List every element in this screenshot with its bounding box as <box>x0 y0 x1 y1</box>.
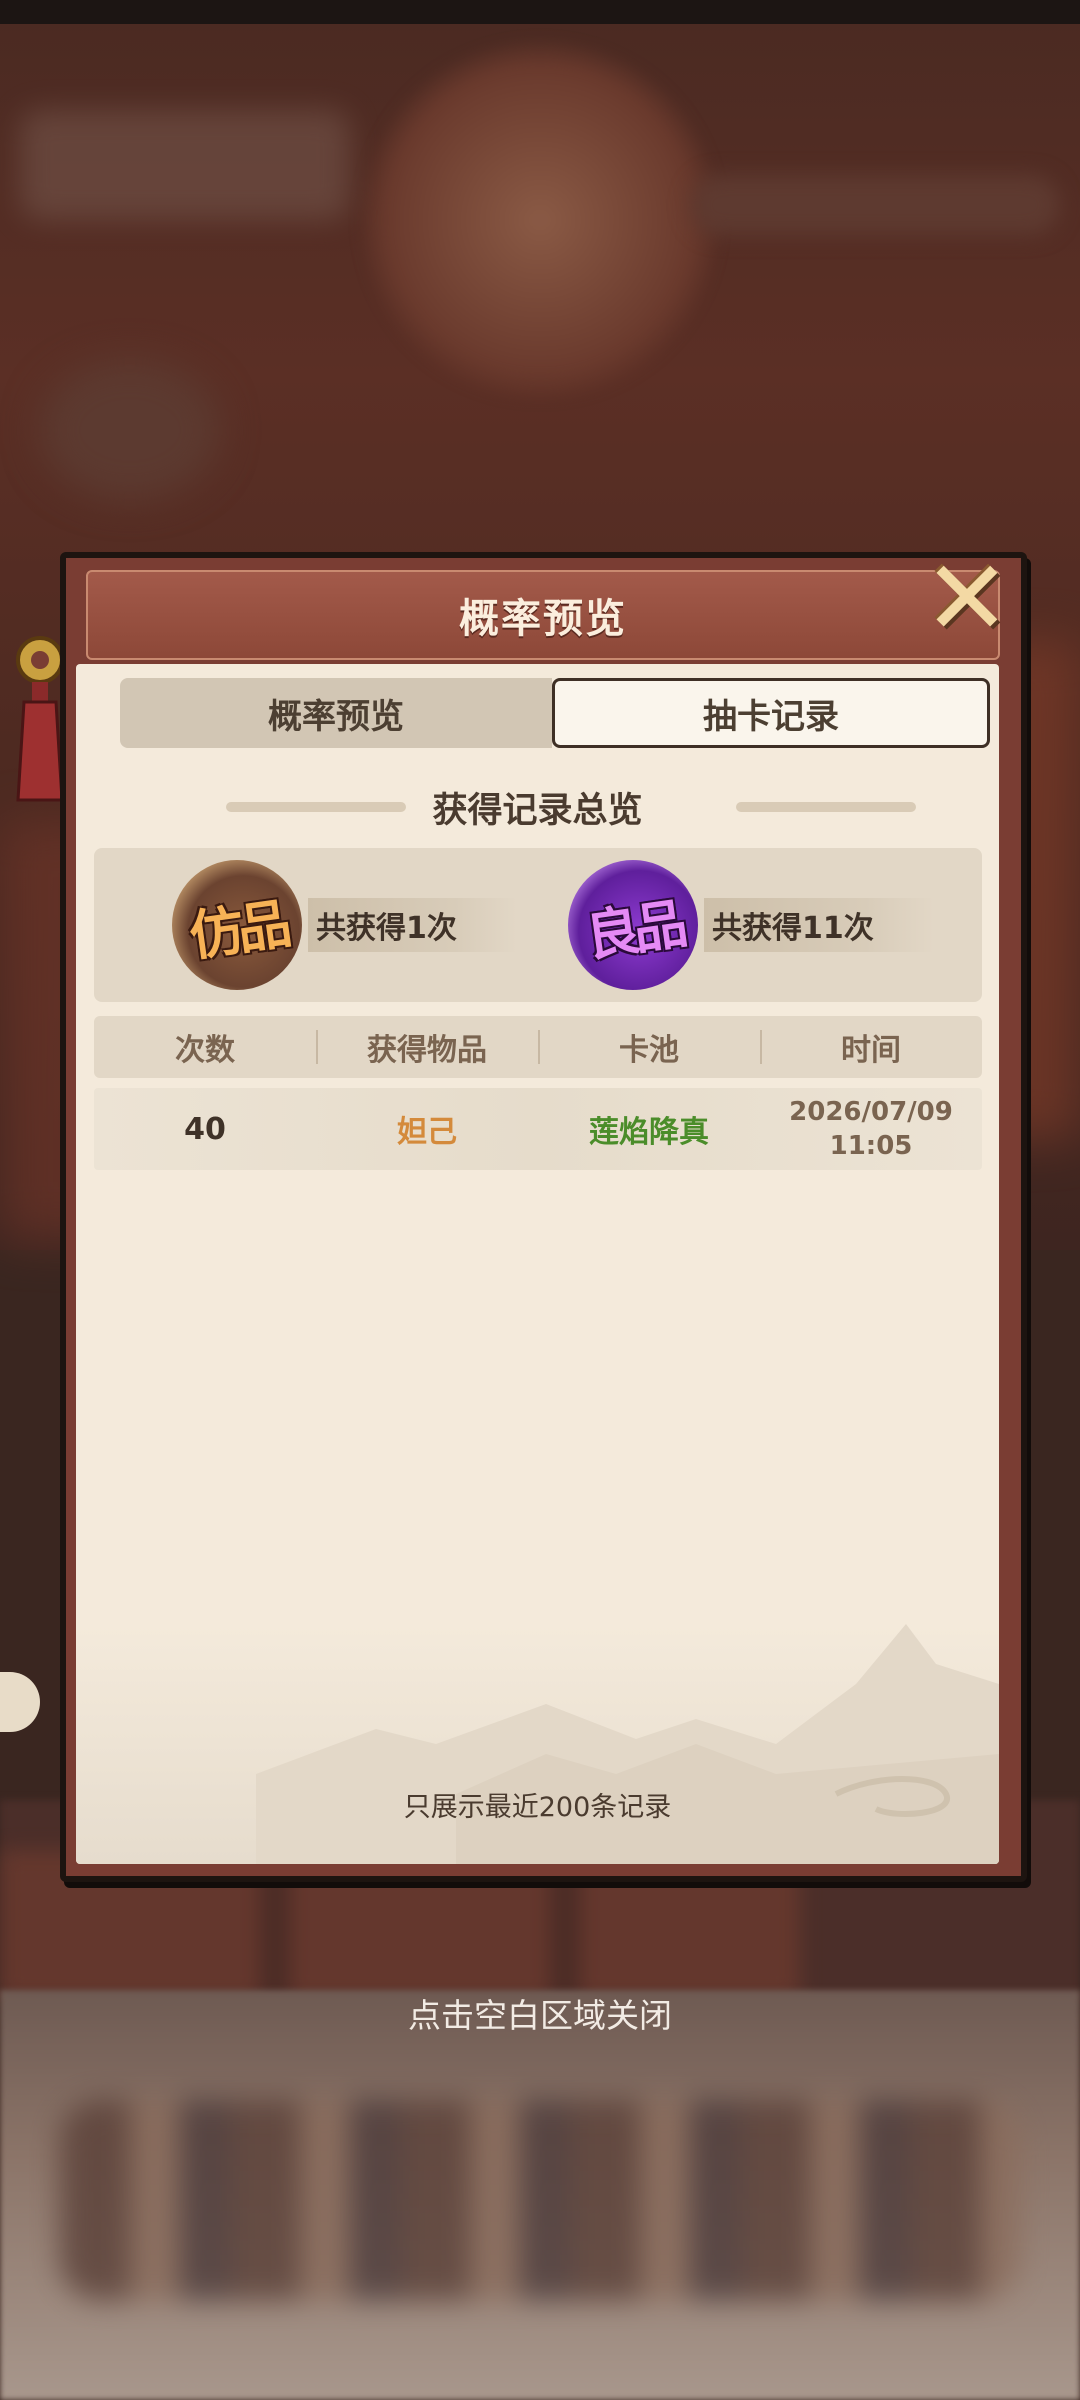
cell-item: 妲己 <box>397 1115 457 1150</box>
tab-bar: 概率预览 抽卡记录 <box>120 678 990 748</box>
grade-count: 共获得11次 <box>704 898 934 952</box>
tap-blank-to-close-hint[interactable]: 点击空白区域关闭 <box>0 1988 1080 2038</box>
mountain-illustration <box>256 1624 999 1864</box>
grade-count: 共获得1次 <box>308 898 517 952</box>
dialog-title: 概率预览 <box>459 596 627 642</box>
close-icon: ✕ <box>923 537 1011 659</box>
cell-pool: 莲焰降真 <box>589 1115 709 1150</box>
summary-title: 获得记录总览 <box>432 790 643 831</box>
background-blur-block <box>20 110 350 220</box>
background-blur-block <box>40 360 220 500</box>
grade-badge-label: 良品 <box>581 891 686 968</box>
grade-summary-imitation: 仿品 共获得1次 <box>172 860 517 990</box>
probability-dialog: 概率预览 ✕ 概率预览 抽卡记录 获得记录总览 仿品 共获得1次 良品 共获得1… <box>60 537 1027 1882</box>
grade-summary-good: 良品 共获得11次 <box>568 860 934 990</box>
footer-note: 只展示最近200条记录 <box>403 1791 672 1823</box>
mountain-decoration <box>76 1624 999 1864</box>
tab-probability-preview[interactable]: 概率预览 <box>120 678 552 748</box>
summary-box: 仿品 共获得1次 良品 共获得11次 <box>94 848 982 1002</box>
cell-date: 2026/07/09 <box>789 1097 953 1127</box>
column-header-pool: 卡池 <box>538 1016 760 1078</box>
background-blur-block <box>690 175 1060 235</box>
cell-time: 2026/07/09 11:05 <box>760 1088 982 1170</box>
cell-clock: 11:05 <box>829 1131 913 1161</box>
table-row: 40 妲己 莲焰降真 2026/07/09 11:05 <box>94 1088 982 1170</box>
cell-count: 40 <box>184 1111 226 1147</box>
dialog-panel: 概率预览 抽卡记录 获得记录总览 仿品 共获得1次 良品 共获得11次 次数 获… <box>76 664 999 1864</box>
column-header-time: 时间 <box>760 1016 982 1078</box>
column-header-item: 获得物品 <box>316 1016 538 1078</box>
grade-badge-imitation: 仿品 <box>172 860 302 990</box>
background-characters <box>60 2100 1020 2300</box>
background-sun <box>360 40 720 400</box>
status-bar <box>0 0 1080 24</box>
grade-badge-label: 仿品 <box>185 891 290 968</box>
grade-badge-good: 良品 <box>568 860 698 990</box>
tab-draw-records[interactable]: 抽卡记录 <box>552 678 990 748</box>
close-button[interactable]: ✕ <box>921 537 1013 659</box>
dialog-header: 概率预览 <box>86 570 1000 660</box>
column-header-count: 次数 <box>175 1033 235 1068</box>
records-table-header: 次数 获得物品 卡池 时间 <box>94 1016 982 1078</box>
